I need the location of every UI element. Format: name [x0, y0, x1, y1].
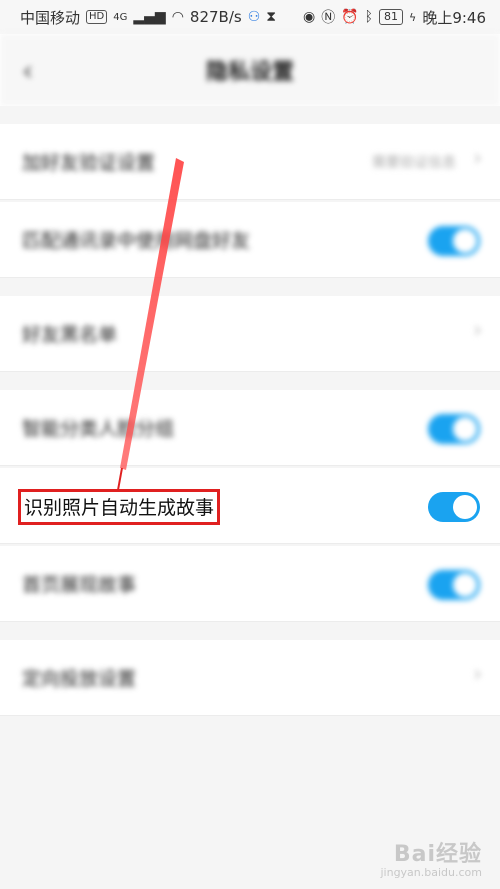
- wifi-icon: ◠: [171, 9, 184, 25]
- nfc-icon: Ⓝ: [321, 10, 336, 26]
- app-notification-icon: ⚇: [247, 9, 261, 25]
- hourglass-icon: ⧗: [266, 9, 277, 25]
- toggle-knob: [453, 573, 477, 597]
- setting-label: 首页展现故事: [22, 574, 137, 596]
- charging-icon: ϟ: [409, 10, 417, 24]
- setting-row-match-contacts[interactable]: 匹配通讯录中使用网盘好友: [0, 202, 500, 278]
- clock: 晚上9:46: [422, 8, 486, 27]
- setting-label: 好友黑名单: [22, 324, 118, 346]
- setting-row-friend-verification[interactable]: 加好友验证设置 需要验证信息 ›: [0, 124, 500, 200]
- watermark-url: jingyan.baidu.com: [380, 866, 482, 879]
- setting-row-targeted-ads[interactable]: 定向投放设置 ›: [0, 640, 500, 716]
- hd-badge: HD: [86, 10, 108, 24]
- battery-indicator: 81: [379, 9, 404, 25]
- eye-icon: ◉: [302, 9, 316, 25]
- page-title: 隐私设置: [205, 60, 294, 85]
- toggle-knob: [453, 417, 477, 441]
- setting-row-face-grouping[interactable]: 智能分类人脸分组: [0, 390, 500, 466]
- watermark-logo: Bai经验: [393, 842, 482, 867]
- network-speed: 827B/s: [189, 8, 242, 26]
- setting-label: 匹配通讯录中使用网盘好友: [22, 230, 251, 252]
- toggle-switch[interactable]: [428, 414, 480, 444]
- chevron-right-icon: ›: [473, 662, 482, 687]
- setting-value: 需要验证信息: [372, 155, 456, 171]
- toggle-knob: [453, 229, 477, 253]
- bluetooth-icon: ᛒ: [364, 9, 374, 25]
- setting-row-blacklist[interactable]: 好友黑名单 ›: [0, 296, 500, 372]
- carrier-label: 中国移动: [20, 8, 81, 27]
- status-bar: 中国移动 HD 4G ▂▄▆ ◠ 827B/s ⚇ ⧗ ◉ Ⓝ ⏰ ᛒ 81 ϟ…: [0, 0, 500, 34]
- app-header: ‹ 隐私设置: [0, 34, 500, 106]
- setting-label: 加好友验证设置: [22, 152, 156, 174]
- toggle-switch[interactable]: [428, 492, 480, 522]
- network-label: 4G: [113, 11, 128, 23]
- chevron-right-icon: ›: [473, 146, 482, 171]
- signal-icon: ▂▄▆: [133, 9, 166, 25]
- setting-row-home-story[interactable]: 首页展现故事: [0, 546, 500, 622]
- setting-label: 定向投放设置: [22, 668, 137, 690]
- highlight-box: [18, 489, 220, 525]
- watermark: Bai经验 jingyan.baidu.com: [380, 836, 482, 879]
- toggle-knob: [453, 495, 477, 519]
- chevron-right-icon: ›: [473, 318, 482, 343]
- toggle-switch[interactable]: [428, 226, 480, 256]
- setting-label: 智能分类人脸分组: [22, 418, 175, 440]
- alarm-icon: ⏰: [341, 9, 359, 25]
- toggle-switch[interactable]: [428, 570, 480, 600]
